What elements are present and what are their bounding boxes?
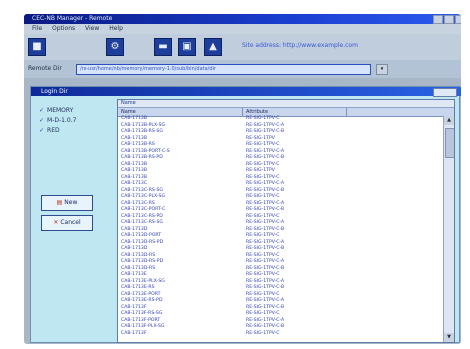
tree-item-label: MEMORY	[47, 107, 74, 114]
column-divider	[242, 108, 243, 116]
list-rows: CAB-1713B RE-SIG-1TPV-C CAB-1713B-PLX-SG RE…	[118, 116, 441, 337]
file-list: Name Name Attribute CAB-1713B RE-SIG-1TPV…	[117, 99, 455, 343]
dropdown-icon[interactable]: ▾	[376, 64, 388, 75]
window-titlebar: CEC-NB Manager - Remote	[24, 14, 461, 24]
save-icon[interactable]: ▣	[178, 38, 196, 56]
tree-item-label: M-D-1.0.7	[47, 117, 77, 124]
dir-tree-panel: ✓ MEMORY ✓ M-D-1.0.7 ✓ RED ▤ New ✕ Cancel	[35, 99, 113, 337]
new-button-label: New	[64, 199, 78, 206]
scroll-down-icon[interactable]: ▼	[444, 333, 454, 342]
row-name: CAB-1713F	[121, 330, 147, 336]
folder-icon[interactable]: ▬	[154, 38, 172, 56]
menu-options[interactable]: Options	[52, 24, 75, 34]
column-header-name[interactable]: Name	[121, 108, 136, 116]
scroll-thumb[interactable]	[445, 128, 454, 158]
menu-view[interactable]: View	[85, 24, 99, 34]
tree-item-memory[interactable]: ✓ MEMORY	[39, 107, 73, 114]
menu-file[interactable]: File	[32, 24, 42, 34]
connect-icon[interactable]: ■	[28, 38, 46, 56]
tree-item-label: RED	[47, 127, 60, 134]
list-caption: Name	[118, 100, 454, 108]
dialog-title: Login Dir	[31, 87, 461, 96]
check-icon: ✓	[39, 127, 45, 134]
address-input[interactable]: /rs-usr/home/nb/memory/memory-1.0/sub/bi…	[76, 64, 371, 75]
dialog-close-icon[interactable]	[433, 88, 457, 97]
settings-icon[interactable]: ⚙	[106, 38, 124, 56]
check-icon: ✓	[39, 117, 45, 124]
table-row[interactable]: CAB-1713F RE-SIG-1TPV-C	[118, 331, 441, 338]
cancel-button[interactable]: ✕ Cancel	[41, 215, 93, 231]
address-label: Remote Dir	[28, 65, 62, 72]
menu-help[interactable]: Help	[109, 24, 123, 34]
upload-icon[interactable]: ▲	[204, 38, 222, 56]
tree-item-red[interactable]: ✓ RED	[39, 127, 60, 134]
menu-bar: File Options View Help	[24, 24, 461, 34]
address-row: Remote Dir /rs-usr/home/nb/memory/memory…	[24, 60, 461, 78]
scroll-up-icon[interactable]: ▲	[444, 116, 454, 125]
new-icon: ▤	[56, 199, 63, 206]
toolbar: ■ ⚙ ▬ ▣ ▲ Site address: http://www.examp…	[24, 34, 461, 60]
new-button[interactable]: ▤ New	[41, 195, 93, 211]
cancel-icon: ✕	[53, 219, 59, 226]
minimize-icon[interactable]	[433, 15, 443, 24]
row-attribute: RE-SIG-1TPV-C	[246, 330, 280, 336]
maximize-icon[interactable]	[444, 15, 454, 24]
window-title: CEC-NB Manager - Remote	[32, 15, 113, 22]
column-header-attribute[interactable]: Attribute	[246, 108, 268, 116]
cancel-button-label: Cancel	[60, 219, 81, 226]
monitor-screen: CEC-NB Manager - Remote File Options Vie…	[24, 14, 461, 344]
tree-item-version[interactable]: ✓ M-D-1.0.7	[39, 117, 76, 124]
close-icon[interactable]	[455, 15, 461, 24]
login-dir-dialog: Login Dir ✓ MEMORY ✓ M-D-1.0.7 ✓ RED ▤ New ✕…	[30, 86, 461, 343]
check-icon: ✓	[39, 107, 45, 114]
vertical-scrollbar[interactable]: ▲ ▼	[443, 116, 454, 342]
toolbar-status-text: Site address: http://www.example.com	[242, 42, 358, 49]
column-divider	[346, 108, 347, 116]
